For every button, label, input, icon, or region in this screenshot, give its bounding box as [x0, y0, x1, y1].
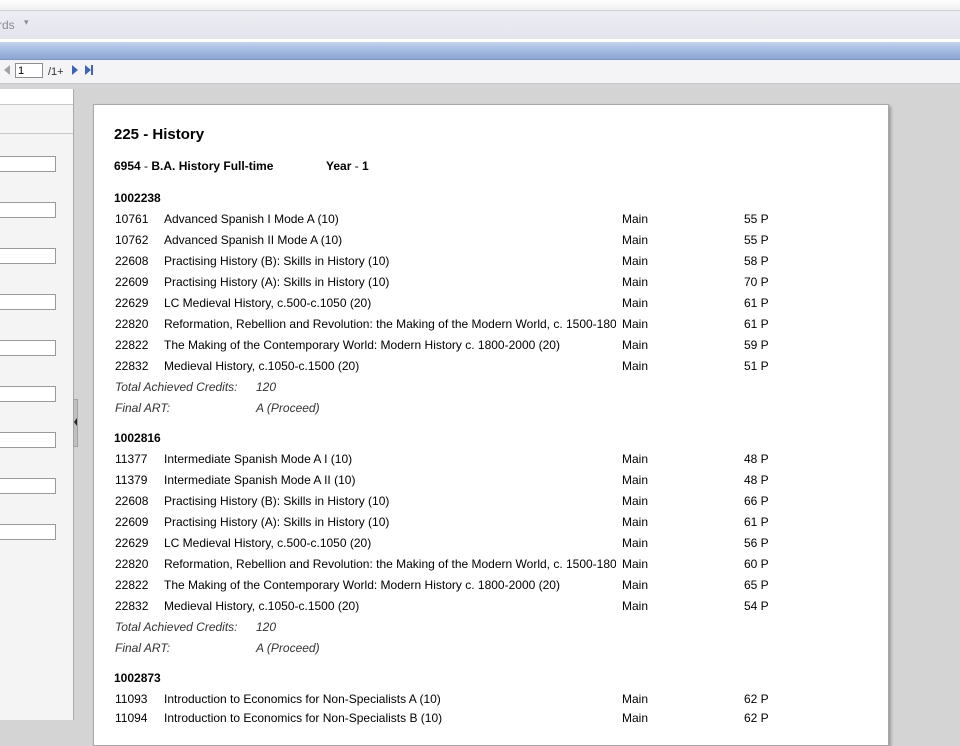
module-row: 22832 Medieval History, c.1050-c.1500 (20…	[115, 599, 769, 613]
last-page-icon[interactable]	[85, 65, 94, 76]
module-row: 11379 Intermediate Spanish Mode A II (10)…	[115, 473, 769, 487]
module-row: 22629 LC Medieval History, c.500-c.1050 (…	[115, 536, 769, 550]
programme-name: B.A. History Full-time	[151, 159, 274, 173]
student-id: 1002816	[114, 431, 161, 445]
page-total: /1+	[48, 66, 64, 78]
collapse-left-icon[interactable]	[74, 418, 77, 426]
year-label: Year	[326, 159, 352, 173]
student-id: 1002873	[114, 671, 161, 685]
final-art-row: Final ART: A (Proceed)	[115, 401, 320, 415]
next-page-icon[interactable]	[72, 65, 78, 75]
module-row: 10762 Advanced Spanish II Mode A (10) Main…	[115, 233, 769, 247]
parameter-field[interactable]	[0, 156, 56, 172]
module-row: 10761 Advanced Spanish I Mode A (10) Main 5…	[115, 212, 769, 226]
module-row: 22609 Practising History (A): Skills in H…	[115, 515, 769, 529]
module-row: 22822 The Making of the Contemporary Worl…	[115, 338, 769, 352]
module-row: 22609 Practising History (A): Skills in H…	[115, 275, 769, 289]
final-art-row: Final ART: A (Proceed)	[115, 641, 320, 655]
year-heading: Year - 1	[326, 159, 369, 173]
module-row: 22820 Reformation, Rebellion and Revoluti…	[115, 557, 769, 571]
title-bar	[0, 42, 960, 60]
page-number-input[interactable]	[15, 63, 43, 78]
student-id: 1002238	[114, 191, 161, 205]
menu-item-records[interactable]: rds	[0, 18, 15, 32]
programme-heading: 6954 - B.A. History Full-time	[114, 159, 274, 173]
module-row: 11377 Intermediate Spanish Mode A I (10) M…	[115, 452, 769, 466]
total-credits-row: Total Achieved Credits: 120	[115, 380, 277, 394]
menu-bar: rds ▾	[0, 10, 960, 40]
window-top-strip	[0, 0, 960, 10]
parameter-panel-header	[0, 89, 73, 105]
dropdown-caret-icon[interactable]: ▾	[24, 17, 29, 28]
module-row: 22820 Reformation, Rebellion and Revoluti…	[115, 317, 769, 331]
module-row: 11093 Introduction to Economics for Non-S…	[115, 692, 769, 706]
total-credits-row: Total Achieved Credits: 120	[115, 620, 277, 634]
page-navigator: /1+	[0, 60, 960, 84]
year-value: 1	[362, 159, 369, 173]
previous-page-icon[interactable]	[4, 65, 10, 75]
parameter-field[interactable]	[0, 432, 56, 448]
report-title: 225 - History	[114, 126, 205, 143]
module-row: 22832 Medieval History, c.1050-c.1500 (20…	[115, 359, 769, 373]
module-row: 22822 The Making of the Contemporary Worl…	[115, 578, 769, 592]
module-row: 22608 Practising History (B): Skills in H…	[115, 494, 769, 508]
programme-code: 6954	[114, 159, 141, 173]
module-row: 22629 LC Medieval History, c.500-c.1050 (…	[115, 296, 769, 310]
module-row: 22608 Practising History (B): Skills in H…	[115, 254, 769, 268]
module-row: 11094 Introduction to Economics for Non-S…	[115, 711, 769, 725]
